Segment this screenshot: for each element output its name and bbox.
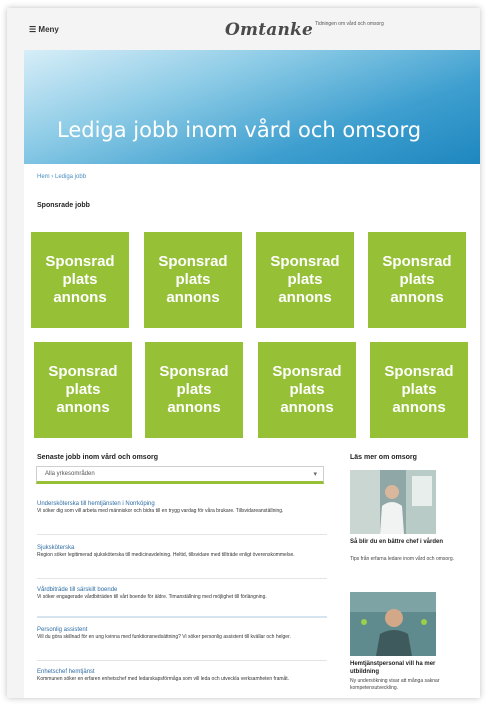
ad-label: Sponsrad plats annons	[384, 363, 454, 416]
ad-label: Sponsrad plats annons	[158, 253, 228, 306]
category-select-value: Alla yrkesområden	[45, 471, 95, 477]
sponsored-ad-tile[interactable]: Sponsrad plats annons	[256, 232, 354, 328]
job-title[interactable]: Vårdbiträde till särskilt boende	[37, 586, 327, 594]
menu-label: Meny	[38, 25, 59, 34]
divider	[37, 660, 327, 661]
job-title[interactable]: Sjuksköterska	[37, 544, 327, 552]
article-title[interactable]: Så blir du en bättre chef i vården	[350, 538, 458, 546]
sponsored-ad-tile[interactable]: Sponsrad plats annons	[370, 342, 468, 438]
sponsored-ad-tile[interactable]: Sponsrad plats annons	[258, 342, 356, 438]
site-tagline: Tidningen om vård och omsorg	[315, 21, 384, 27]
job-item[interactable]: Personlig assistent Vill du göra skillna…	[37, 626, 327, 641]
chevron-down-icon: ▾	[313, 471, 317, 478]
sponsored-heading: Sponsrade jobb	[37, 202, 90, 209]
sponsored-ad-tile[interactable]: Sponsrad plats annons	[368, 232, 466, 328]
ad-label: Sponsrad plats annons	[159, 363, 229, 416]
sponsored-ad-tile[interactable]: Sponsrad plats annons	[34, 342, 132, 438]
job-description: Region söker legitimerad sjuksköterska t…	[37, 552, 295, 558]
ad-label: Sponsrad plats annons	[272, 363, 342, 416]
job-item[interactable]: Vårdbiträde till särskilt boende Vi söke…	[37, 586, 327, 601]
main-content: Hem › Lediga jobb Sponsrade jobb Sponsra…	[24, 164, 480, 698]
sponsored-ad-tile[interactable]: Sponsrad plats annons	[145, 342, 243, 438]
hero-banner: Lediga jobb inom vård och omsorg	[24, 50, 480, 164]
ad-label: Sponsrad plats annons	[48, 363, 118, 416]
menu-button[interactable]: ☰ Meny	[29, 25, 59, 34]
job-description: Vill du göra skillnad för en ung kvinna …	[37, 634, 291, 640]
category-select[interactable]: Alla yrkesområden ▾	[36, 466, 324, 484]
ad-label: Sponsrad plats annons	[45, 253, 115, 306]
job-description: Vi söker engagerade vårdbiträden till vå…	[37, 594, 267, 600]
sponsored-ad-tile[interactable]: Sponsrad plats annons	[144, 232, 242, 328]
jobs-heading: Senaste jobb inom vård och omsorg	[37, 454, 158, 461]
job-title[interactable]: Enhetschef hemtjänst	[37, 668, 327, 676]
divider	[37, 534, 327, 535]
job-title[interactable]: Undersköterska till hemtjänsten i Norrkö…	[37, 500, 327, 508]
page: ☰ Meny Omtanke Tidningen om vård och oms…	[7, 8, 480, 698]
article-description: Tips från erfarna ledare inom vård och o…	[350, 556, 455, 562]
article-title[interactable]: Hemtjänstpersonal vill ha mer utbildning	[350, 660, 458, 676]
site-logo[interactable]: Omtanke	[225, 20, 313, 40]
article-image[interactable]	[350, 470, 436, 534]
ad-label: Sponsrad plats annons	[382, 253, 452, 306]
job-description: Vi söker dig som vill arbeta med människ…	[37, 508, 284, 514]
top-bar: ☰ Meny Omtanke Tidningen om vård och oms…	[7, 8, 480, 52]
sidebar-heading: Läs mer om omsorg	[350, 454, 417, 461]
hero-title: Lediga jobb inom vård och omsorg	[57, 118, 422, 142]
breadcrumb[interactable]: Hem › Lediga jobb	[37, 174, 86, 180]
ad-label: Sponsrad plats annons	[270, 253, 340, 306]
hamburger-icon: ☰	[29, 25, 37, 34]
article-description: Ny undersökning visar att många saknar k…	[350, 678, 440, 691]
job-item[interactable]: Sjuksköterska Region söker legitimerad s…	[37, 544, 327, 559]
job-description: Kommunen söker en erfaren enhetschef med…	[37, 676, 290, 682]
divider	[37, 616, 327, 618]
sponsored-ad-tile[interactable]: Sponsrad plats annons	[31, 232, 129, 328]
divider	[37, 578, 327, 579]
job-item[interactable]: Undersköterska till hemtjänsten i Norrkö…	[37, 500, 327, 515]
job-title[interactable]: Personlig assistent	[37, 626, 327, 634]
job-item[interactable]: Enhetschef hemtjänst Kommunen söker en e…	[37, 668, 327, 683]
article-image[interactable]	[350, 592, 436, 656]
